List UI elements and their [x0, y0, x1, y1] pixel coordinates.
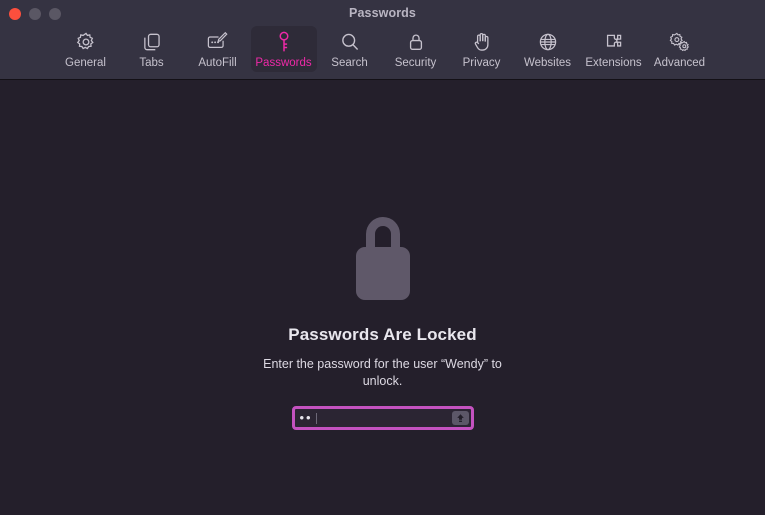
toolbar-item-label: Tabs — [139, 57, 164, 69]
titlebar-and-toolbar: Passwords General Tabs AutoFill Password… — [0, 0, 765, 80]
gear-icon — [75, 29, 97, 55]
window-title: Passwords — [349, 6, 416, 20]
toolbar-item-general[interactable]: General — [53, 26, 119, 72]
lock-icon — [405, 29, 427, 55]
toolbar-item-label: AutoFill — [198, 57, 237, 69]
preferences-toolbar: General Tabs AutoFill Passwords Search S… — [0, 26, 765, 79]
toolbar-item-privacy[interactable]: Privacy — [449, 26, 515, 72]
key-icon — [273, 29, 295, 55]
toolbar-item-label: General — [65, 57, 106, 69]
globe-icon — [537, 29, 559, 55]
hand-icon — [471, 29, 493, 55]
puzzle-icon — [603, 29, 625, 55]
tabs-icon — [141, 29, 163, 55]
toolbar-item-autofill[interactable]: AutoFill — [185, 26, 251, 72]
toolbar-item-label: Privacy — [462, 57, 501, 69]
padlock-icon — [348, 208, 418, 309]
password-input[interactable]: •• — [291, 406, 474, 430]
toolbar-item-websites[interactable]: Websites — [515, 26, 581, 72]
toolbar-item-label: Security — [394, 57, 437, 69]
toolbar-item-label: Search — [331, 57, 368, 69]
caps-lock-arrow-icon — [451, 411, 469, 425]
toolbar-item-label: Extensions — [585, 57, 642, 69]
main-content: Passwords Are Locked Enter the password … — [0, 80, 765, 515]
search-icon — [339, 29, 361, 55]
autofill-icon — [206, 29, 229, 55]
gears-icon — [668, 29, 692, 55]
toolbar-item-passwords[interactable]: Passwords — [250, 26, 317, 72]
toolbar-item-advanced[interactable]: Advanced — [647, 26, 713, 72]
password-value: •• — [299, 410, 313, 425]
toolbar-item-label: Passwords — [255, 57, 312, 69]
preferences-window: Passwords General Tabs AutoFill Password… — [0, 0, 765, 515]
toolbar-item-label: Advanced — [653, 57, 706, 69]
toolbar-item-security[interactable]: Security — [383, 26, 449, 72]
text-caret — [315, 412, 317, 424]
toolbar-item-extensions[interactable]: Extensions — [581, 26, 647, 72]
page-subtitle: Enter the password for the user “Wendy” … — [263, 357, 502, 388]
passwords-locked-panel: Passwords Are Locked Enter the password … — [0, 80, 765, 430]
toolbar-item-tabs[interactable]: Tabs — [119, 26, 185, 72]
page-title: Passwords Are Locked — [288, 325, 477, 344]
toolbar-item-search[interactable]: Search — [317, 26, 383, 72]
toolbar-item-label: Websites — [523, 57, 572, 69]
